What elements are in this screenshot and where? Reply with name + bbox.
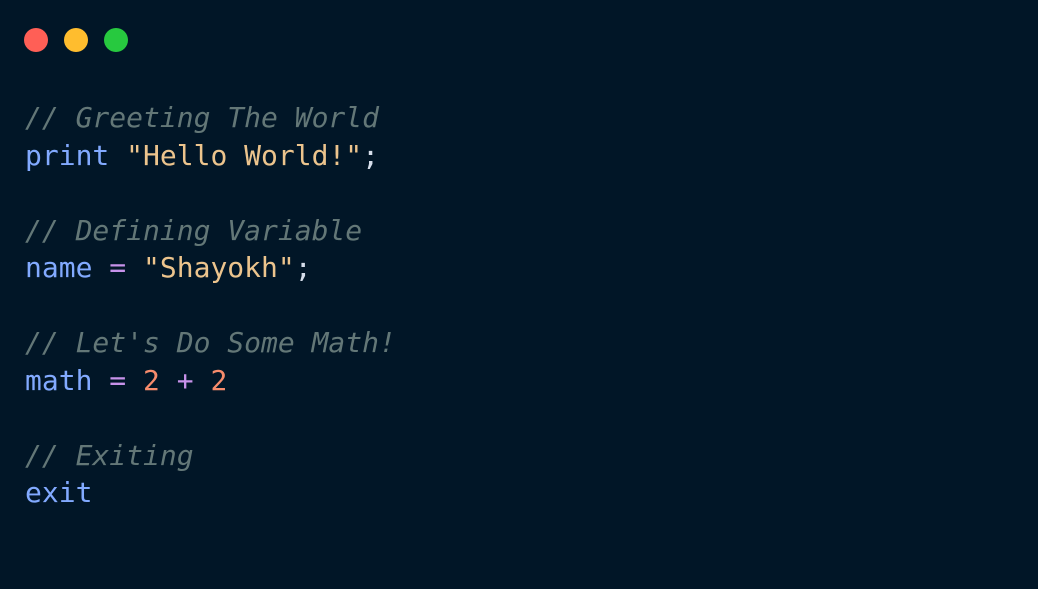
variable-name: name bbox=[25, 251, 93, 284]
semicolon: ; bbox=[362, 138, 380, 172]
print-keyword: print bbox=[25, 138, 110, 172]
equals-operator: = bbox=[109, 363, 127, 397]
minimize-button[interactable] bbox=[64, 28, 88, 52]
code-comment: // Exiting bbox=[25, 438, 194, 472]
number-literal: 2 bbox=[143, 363, 160, 397]
variable-name: math bbox=[25, 363, 93, 397]
code-line-math: math = 2 + 2 bbox=[25, 362, 396, 400]
close-button[interactable] bbox=[24, 28, 48, 52]
code-line-print: print "Hello World!"; bbox=[25, 137, 396, 175]
window-controls bbox=[24, 28, 128, 52]
semicolon: ; bbox=[294, 251, 312, 284]
code-comment: // Defining Variable bbox=[25, 213, 363, 247]
string-literal: "Hello World!" bbox=[126, 138, 363, 172]
maximize-button[interactable] bbox=[104, 28, 128, 52]
code-comment: // Greeting The World bbox=[25, 101, 380, 134]
code-line-exit: exit bbox=[25, 474, 396, 512]
code-line-variable: name = "Shayokh"; bbox=[25, 249, 396, 287]
plus-operator: + bbox=[176, 363, 194, 397]
number-literal: 2 bbox=[210, 363, 228, 397]
code-window: // Greeting The World print "Hello World!… bbox=[0, 0, 1038, 589]
code-block: // Greeting The World print "Hello World!… bbox=[25, 99, 396, 512]
equals-operator: = bbox=[109, 251, 127, 284]
code-comment: // Let's Do Some Math! bbox=[25, 326, 396, 359]
exit-keyword: exit bbox=[25, 476, 93, 509]
string-literal: "Shayokh" bbox=[143, 251, 295, 284]
